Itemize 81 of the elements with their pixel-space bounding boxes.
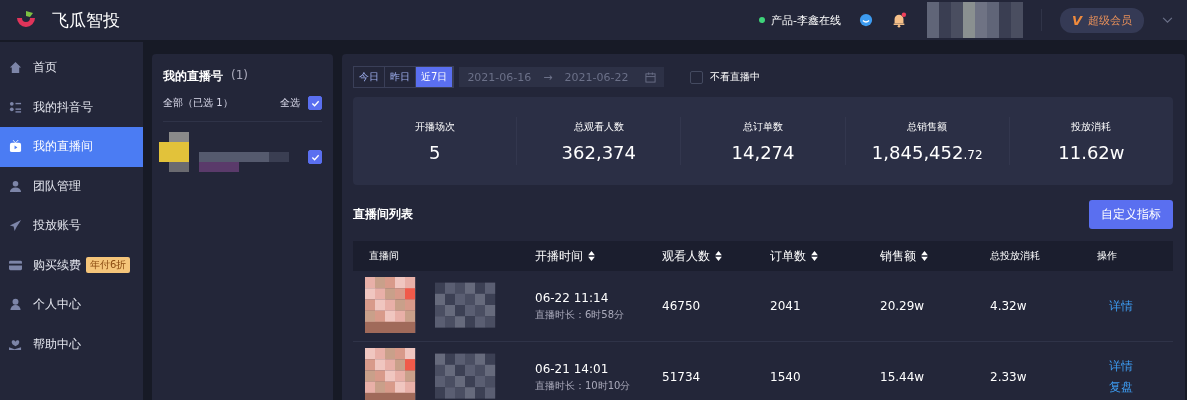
- table-cell-text: 4.32w: [990, 299, 1028, 313]
- table-cell-text: 2.33w: [990, 370, 1028, 384]
- column-header[interactable]: 开播时间: [535, 247, 583, 265]
- column-header: 操作: [1097, 249, 1117, 263]
- sidebar-item-label: 团队管理: [33, 177, 81, 195]
- sidebar-item[interactable]: 团队管理: [0, 166, 143, 206]
- stat-label: 总销售额: [907, 119, 948, 134]
- date-tab[interactable]: 今日: [354, 67, 385, 87]
- sidebar-item[interactable]: 我的直播间: [0, 127, 143, 167]
- sidebar-item-label: 投放账号: [33, 217, 81, 235]
- user-icon: [9, 298, 22, 312]
- column-header[interactable]: 观看人数: [662, 247, 710, 265]
- column-header[interactable]: 订单数: [770, 247, 806, 265]
- sidebar-item[interactable]: 投放账号: [0, 206, 143, 246]
- hide-live-checkbox[interactable]: [690, 70, 704, 84]
- check-icon: [310, 152, 320, 162]
- sidebar-item[interactable]: 我的抖音号: [0, 87, 143, 127]
- stat-label: 投放消耗: [1071, 119, 1112, 134]
- sort-icon[interactable]: [921, 251, 928, 261]
- chevron-down-icon[interactable]: [1162, 16, 1173, 24]
- column-header[interactable]: 销售额: [880, 247, 916, 265]
- panel-title: 我的直播号: [163, 68, 223, 85]
- custom-metrics-button[interactable]: 自定义指标: [1089, 200, 1173, 229]
- selection-summary: 全部（已选 1）: [163, 96, 233, 110]
- list-icon: [9, 100, 22, 114]
- sidebar-item-label: 我的抖音号: [33, 98, 93, 116]
- sidebar-item[interactable]: 首页: [0, 48, 143, 88]
- card-icon: [9, 258, 22, 272]
- sidebar-item-label: 帮助中心: [33, 335, 81, 353]
- table-cell-text: 20.29w: [880, 299, 926, 313]
- table-cell-text: 1540: [770, 370, 802, 384]
- tv-icon: [9, 140, 22, 154]
- hand-heart-icon: [9, 337, 22, 351]
- vip-badge[interactable]: V 超级会员: [1059, 7, 1144, 33]
- discount-badge: 年付6折: [86, 257, 131, 274]
- start-time: 06-22 11:14: [535, 290, 610, 305]
- live-duration: 直播时长：10时10分: [535, 378, 632, 393]
- sidebar-item[interactable]: 个人中心: [0, 285, 143, 325]
- chat-icon[interactable]: [858, 13, 873, 27]
- online-status: 产品-李鑫在线: [770, 12, 841, 28]
- brand-name: 飞瓜智投: [52, 8, 120, 32]
- stat-value: 11.62w: [1058, 141, 1125, 163]
- action-link[interactable]: 详情: [1109, 297, 1173, 315]
- select-all-checkbox[interactable]: [308, 96, 322, 110]
- table-cell-text: 51734: [662, 370, 702, 384]
- stat-value: 1,845,452.72: [871, 141, 983, 163]
- account-checkbox[interactable]: [308, 150, 322, 164]
- action-link[interactable]: 复盘: [1109, 379, 1173, 396]
- action-link[interactable]: 详情: [1109, 358, 1173, 375]
- paper-plane-icon: [9, 219, 22, 233]
- table-cell-text: 15.44w: [880, 370, 926, 384]
- select-all-label: 全选: [280, 96, 300, 110]
- table-cell-text: 2041: [770, 299, 802, 313]
- section-title: 直播间列表: [353, 206, 413, 223]
- home-icon: [9, 61, 22, 75]
- stat-value: 14,274: [731, 141, 795, 163]
- sort-icon[interactable]: [811, 251, 818, 261]
- sidebar-item-label: 购买续费: [33, 256, 81, 274]
- sidebar-item-label: 首页: [33, 59, 57, 77]
- table-cell-text: 46750: [662, 299, 702, 313]
- sidebar-item[interactable]: 购买续费 年付6折: [0, 245, 143, 285]
- stat-value: 5: [428, 141, 441, 163]
- calendar-icon: [645, 71, 657, 83]
- stat-label: 总观看人数: [573, 119, 624, 134]
- column-header: 直播间: [369, 249, 399, 263]
- date-tab[interactable]: 近7日: [416, 67, 454, 87]
- sort-icon[interactable]: [588, 251, 595, 261]
- sidebar-item-label: 我的直播间: [33, 138, 93, 156]
- live-duration: 直播时长：6时58分: [535, 307, 626, 322]
- sort-icon[interactable]: [715, 251, 722, 261]
- team-icon: [9, 179, 22, 193]
- column-header: 总投放消耗: [990, 249, 1040, 263]
- account-count: (1): [231, 68, 248, 84]
- check-icon: [310, 98, 320, 108]
- sidebar-item[interactable]: 帮助中心: [0, 324, 143, 364]
- sidebar-item-label: 个人中心: [33, 296, 81, 314]
- stat-label: 总订单数: [743, 119, 783, 134]
- start-time: 06-21 14:01: [535, 361, 610, 376]
- stat-label: 开播场次: [414, 119, 455, 134]
- stat-value: 362,374: [561, 141, 636, 163]
- hide-live-label: 不看直播中: [710, 70, 761, 84]
